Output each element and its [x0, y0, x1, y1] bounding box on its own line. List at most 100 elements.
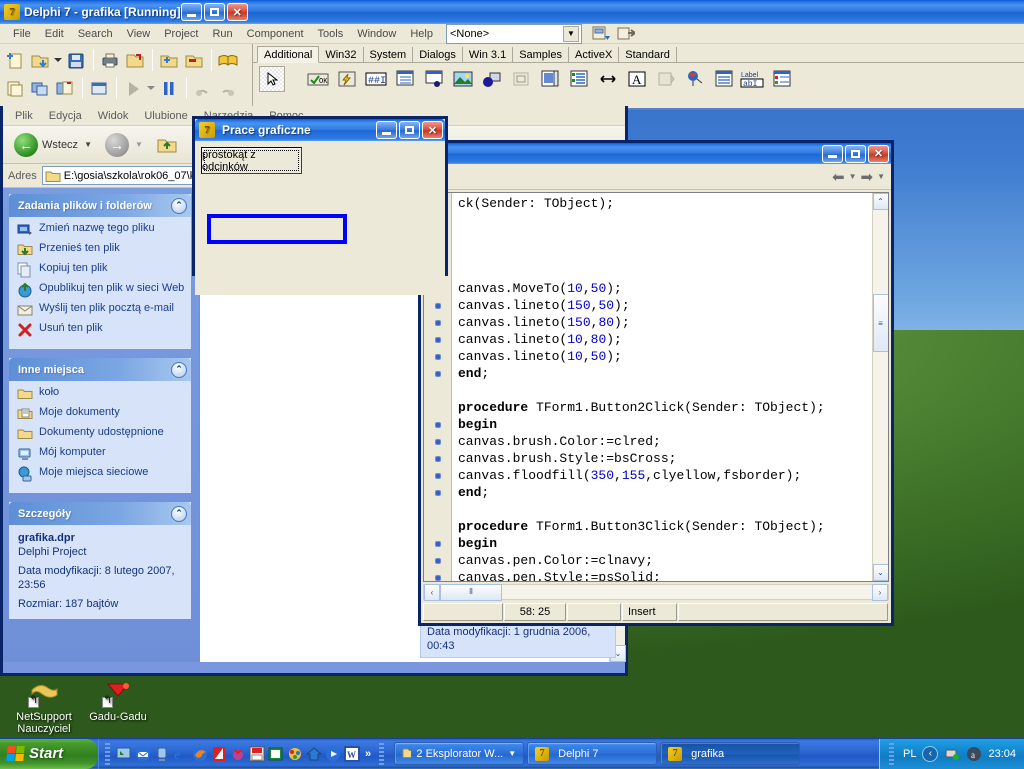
palette-tab-system[interactable]: System	[364, 47, 414, 62]
palette-tab-samples[interactable]: Samples	[513, 47, 569, 62]
palette-tab-activex[interactable]: ActiveX	[569, 47, 620, 62]
nav-forward-dropdown-icon[interactable]: ▼	[877, 172, 885, 181]
network-icon[interactable]	[944, 746, 960, 762]
run-icon[interactable]	[121, 77, 145, 100]
dialog-client-area[interactable]: prostokąt z odcinków	[195, 141, 445, 295]
taskbar-grip[interactable]	[379, 742, 385, 765]
minimize-button[interactable]	[376, 121, 397, 139]
up-button[interactable]	[151, 133, 183, 157]
maskedit-icon[interactable]: ##I	[363, 66, 389, 92]
delphi-window-buttons[interactable]: ✕	[180, 3, 248, 21]
gutter-marker[interactable]	[424, 399, 451, 416]
taskbar-group-caret-icon[interactable]: ▼	[508, 749, 516, 758]
view-form-icon[interactable]	[87, 77, 111, 100]
run-dropdown-icon[interactable]	[146, 77, 156, 100]
speedbutton-icon[interactable]	[334, 66, 360, 92]
checklistbox-icon[interactable]	[566, 66, 592, 92]
chevron-up-icon[interactable]: ⌃	[171, 197, 187, 214]
system-tray[interactable]: PL ‹ a 23:04	[879, 738, 1024, 769]
desktop-icon-netsupport[interactable]: NetSupport Nauczyciel	[2, 676, 86, 735]
nav-forward-icon[interactable]: ➡	[861, 168, 874, 186]
tray-language-indicator[interactable]: PL	[903, 748, 916, 760]
acrobat-reader-icon[interactable]	[210, 745, 227, 762]
code-editor-titlebar[interactable]: ✕	[421, 143, 891, 164]
palette-icon-row[interactable]: OK ##I A Label abI	[253, 63, 1024, 95]
gutter-marker[interactable]	[424, 484, 451, 501]
component-palette[interactable]: Additional Win32 System Dialogs Win 3.1 …	[252, 44, 1024, 108]
gutter-marker[interactable]	[424, 433, 451, 450]
gutter-marker[interactable]	[424, 348, 451, 365]
show-desktop-icon[interactable]	[115, 745, 132, 762]
quicklaunch-overflow-icon[interactable]: »	[362, 748, 374, 760]
scroll-right-button[interactable]: ›	[872, 583, 888, 601]
dialog-window-buttons[interactable]: ✕	[376, 121, 443, 139]
pointer-icon[interactable]	[259, 66, 285, 92]
task-copy-file[interactable]: Kopiuj ten plik	[17, 262, 185, 278]
code-text-area[interactable]: ck(Sender: TObject); canvas.MoveTo(10,50…	[423, 192, 889, 582]
internet-explorer-icon[interactable]: e	[172, 745, 189, 762]
code-horizontal-scrollbar[interactable]: ‹ ⦀ ›	[423, 583, 889, 601]
explorer-menu-widok[interactable]: Widok	[90, 108, 137, 124]
open-file-icon[interactable]	[123, 49, 147, 72]
menu-tools[interactable]: Tools	[311, 26, 351, 42]
prace-graficzne-window[interactable]: 7 Prace graficzne ✕ prostokąt z odcinków	[192, 116, 448, 295]
palette-tabs[interactable]: Additional Win32 System Dialogs Win 3.1 …	[253, 44, 1024, 63]
prostokat-button[interactable]: prostokąt z odcinków	[201, 147, 302, 174]
outlook-express-icon[interactable]	[134, 745, 151, 762]
taskbar[interactable]: Start e W » 2 Eksplorator W... ▼ 7 Delph…	[0, 738, 1024, 769]
explorer-menu-plik[interactable]: Plik	[7, 108, 41, 124]
toggle-form-unit-icon[interactable]	[28, 77, 52, 100]
quicklaunch-grip[interactable]	[105, 742, 110, 765]
code-editor-window-buttons[interactable]: ✕	[822, 144, 889, 163]
tray-clock[interactable]: 23:04	[988, 748, 1016, 760]
word-icon[interactable]: W	[343, 745, 360, 762]
gutter-marker[interactable]	[424, 501, 451, 518]
save-icon[interactable]	[64, 49, 88, 72]
place-network-places[interactable]: Moje miejsca sieciowe	[17, 466, 185, 482]
panel-details[interactable]: Szczegóły ⌃ grafika.dpr Delphi Project D…	[9, 502, 191, 619]
shape-icon[interactable]	[479, 66, 505, 92]
colorbox-icon[interactable]	[769, 66, 795, 92]
delphi-standard-toolbar[interactable]	[0, 44, 252, 108]
winamp-icon[interactable]	[229, 745, 246, 762]
panel-header[interactable]: Szczegóły ⌃	[9, 502, 191, 525]
place-shared-documents[interactable]: Dokumenty udostępnione	[17, 426, 185, 442]
gutter-marker[interactable]	[424, 297, 451, 314]
delphi-menubar[interactable]: File Edit Search View Project Run Compon…	[0, 22, 1024, 45]
palette-tab-dialogs[interactable]: Dialogs	[413, 47, 463, 62]
task-move-file[interactable]: Przenieś ten plik	[17, 242, 185, 258]
gutter-marker[interactable]	[424, 314, 451, 331]
save-as-toolbar-icon[interactable]	[613, 22, 637, 45]
firefox-icon[interactable]	[191, 745, 208, 762]
task-email-file[interactable]: Wyślij ten plik pocztą e-mail	[17, 302, 185, 318]
taskbar-button-explorer[interactable]: 2 Eksplorator W... ▼	[394, 742, 525, 765]
back-button[interactable]: ← Wstecz ▼	[9, 131, 97, 159]
gutter-marker[interactable]	[424, 331, 451, 348]
panel-header[interactable]: Inne miejsca ⌃	[9, 358, 191, 381]
gutter-marker[interactable]	[424, 416, 451, 433]
menu-view[interactable]: View	[120, 26, 158, 42]
print-icon[interactable]	[98, 49, 122, 72]
panel-other-places[interactable]: Inne miejsca ⌃ koło Moje dokumenty Dokum…	[9, 358, 191, 493]
back-dropdown-icon[interactable]: ▼	[84, 140, 92, 149]
menu-component[interactable]: Component	[240, 26, 311, 42]
gutter-marker[interactable]	[424, 535, 451, 552]
delphi-titlebar[interactable]: 7 Delphi 7 - grafika [Running] ✕	[0, 0, 1024, 24]
view-unit-icon[interactable]	[53, 77, 77, 100]
remove-from-project-icon[interactable]	[182, 49, 206, 72]
tray-chevron-icon[interactable]: ‹	[922, 745, 939, 762]
taskbar-buttons[interactable]: 2 Eksplorator W... ▼ 7 Delphi 7 7 grafik…	[390, 742, 879, 765]
gutter-marker[interactable]	[424, 552, 451, 569]
place-kolo[interactable]: koło	[17, 386, 185, 402]
gutter-marker[interactable]	[424, 467, 451, 484]
chevron-up-icon[interactable]: ⌃	[171, 505, 187, 522]
panel-header[interactable]: Zadania plików i folderów ⌃	[9, 194, 191, 217]
windows-media-icon[interactable]	[153, 745, 170, 762]
splitter-icon[interactable]	[595, 66, 621, 92]
chevron-up-icon[interactable]: ⌃	[171, 361, 187, 378]
desktop-icon-gadugadu[interactable]: Gadu-Gadu	[76, 676, 160, 723]
task-publish-web[interactable]: Opublikuj ten plik w sieci Web	[17, 282, 185, 298]
maximize-button[interactable]	[399, 121, 420, 139]
nav-back-dropdown-icon[interactable]: ▼	[849, 172, 857, 181]
minimize-button[interactable]	[822, 144, 843, 163]
